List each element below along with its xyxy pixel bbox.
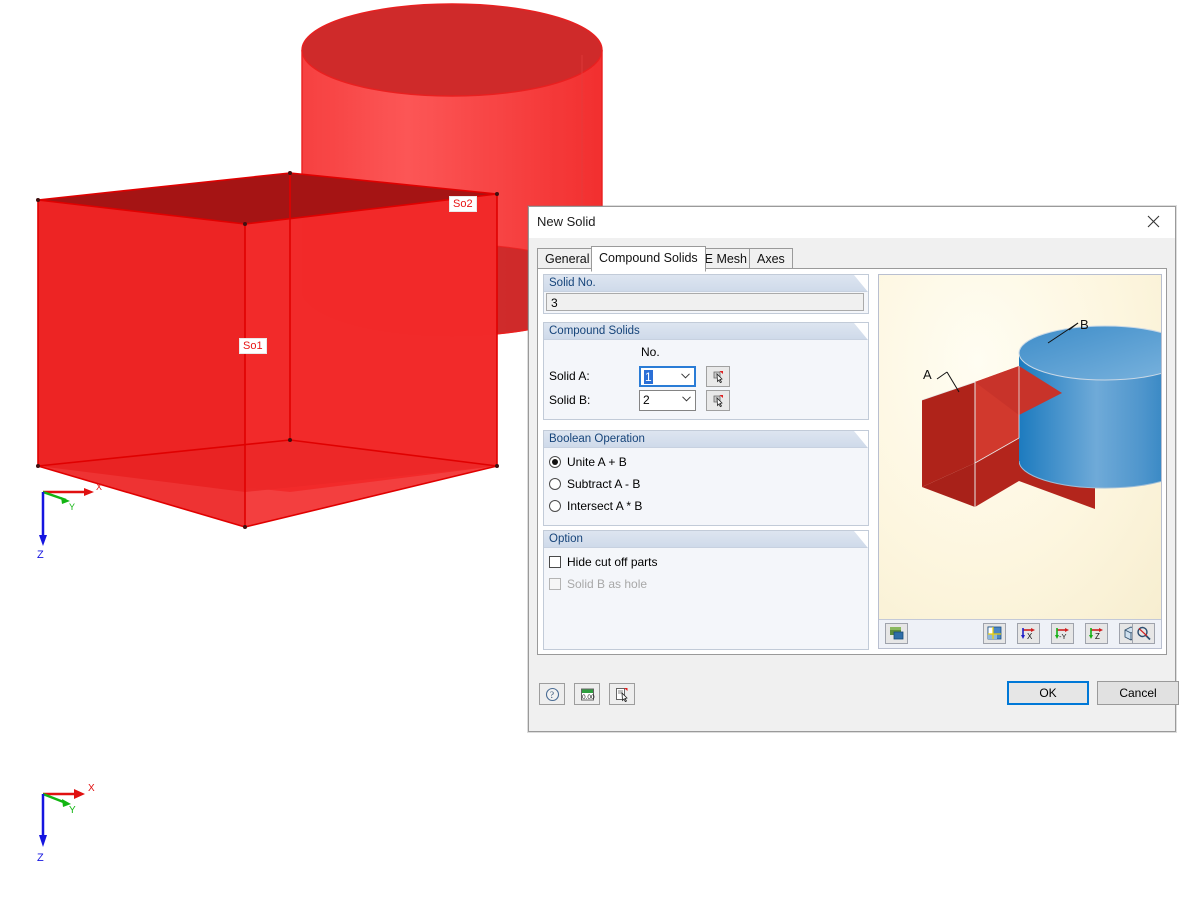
view-default-icon — [987, 626, 1001, 640]
group-option-title: Option — [544, 531, 868, 548]
svg-text:Z: Z — [37, 549, 44, 558]
solid-a-label: Solid A: — [549, 369, 590, 383]
solid-a-value: 1 — [644, 370, 653, 384]
solid-a-select[interactable]: 1 — [639, 366, 696, 387]
pick-solid-icon — [713, 394, 723, 407]
zoom-all-icon — [1136, 626, 1151, 641]
svg-text:Z: Z — [37, 852, 44, 864]
radio-intersect-indicator — [549, 500, 561, 512]
solid-a-pick-button[interactable] — [706, 366, 730, 387]
preview-scene: A B — [921, 317, 1161, 509]
svg-text:Y: Y — [69, 502, 75, 512]
svg-text:A: A — [923, 367, 932, 382]
chevron-down-icon — [681, 373, 690, 379]
radio-intersect-label: Intersect A * B — [567, 499, 643, 513]
zoom-all-button[interactable] — [1132, 623, 1155, 644]
solid-label-so2: So2 — [449, 196, 477, 212]
global-triad: X Y Z — [18, 778, 108, 868]
svg-text:Y: Y — [69, 805, 76, 816]
solid-box — [36, 171, 499, 529]
dialog-titlebar[interactable]: New Solid — [529, 207, 1175, 238]
checkbox-solid-b-as-hole-box — [549, 578, 561, 590]
units-button[interactable]: 0.00 — [574, 683, 600, 705]
help-icon: ? — [545, 687, 559, 701]
radio-subtract[interactable]: Subtract A - B — [549, 477, 640, 491]
view-in-y-icon: -Y — [1055, 628, 1069, 641]
tab-panel-compound-solids: Solid No. 3 Compound Solids No. Solid A:… — [537, 268, 1167, 655]
new-solid-dialog[interactable]: New Solid General Compound Solids FE Mes… — [528, 206, 1179, 732]
preview-toolbar[interactable]: X -Y Z — [879, 619, 1161, 648]
ok-button[interactable]: OK — [1007, 681, 1089, 705]
radio-unite[interactable]: Unite A + B — [549, 455, 627, 469]
view-in-x-button[interactable]: X — [1017, 623, 1040, 644]
comment-button[interactable] — [609, 683, 635, 705]
view-in-z-button[interactable]: Z — [1085, 623, 1108, 644]
svg-text:Z: Z — [1095, 632, 1100, 641]
radio-unite-label: Unite A + B — [567, 455, 627, 469]
dialog-footer: ? 0.00 OK Cancel — [529, 673, 1179, 731]
compound-solids-column-header: No. — [641, 345, 660, 359]
view-in-z-icon: Z — [1089, 628, 1103, 641]
model-origin-triad: X Y Z — [18, 478, 108, 568]
solid-b-select[interactable]: 2 — [639, 390, 696, 411]
radio-subtract-indicator — [549, 478, 561, 490]
checkbox-hide-cut-off-parts[interactable]: Hide cut off parts — [549, 555, 658, 569]
svg-text:0.00: 0.00 — [582, 694, 595, 701]
group-solid-no-title: Solid No. — [544, 275, 868, 292]
chevron-down-icon — [682, 396, 691, 402]
view-default-button[interactable] — [983, 623, 1006, 644]
solid-b-pick-button[interactable] — [706, 390, 730, 411]
comment-icon — [615, 687, 628, 702]
solid-no-field: 3 — [546, 293, 864, 311]
svg-text:B: B — [1080, 317, 1089, 332]
preview-pane[interactable]: A B X -Y Z — [878, 274, 1162, 649]
tab-compound-solids[interactable]: Compound Solids — [591, 246, 706, 272]
help-button[interactable]: ? — [539, 683, 565, 705]
group-boolean-operation-title: Boolean Operation — [544, 431, 868, 448]
radio-intersect[interactable]: Intersect A * B — [549, 499, 642, 513]
render-mode-button[interactable] — [885, 623, 908, 644]
group-compound-solids-title: Compound Solids — [544, 323, 868, 340]
svg-text:?: ? — [550, 690, 554, 700]
cancel-button[interactable]: Cancel — [1097, 681, 1179, 705]
preview-canvas[interactable]: A B — [879, 275, 1161, 620]
dialog-title: New Solid — [537, 214, 596, 229]
close-icon[interactable] — [1131, 207, 1175, 236]
tab-axes[interactable]: Axes — [749, 248, 793, 270]
tab-general[interactable]: General — [537, 248, 598, 270]
checkbox-solid-b-as-hole-label: Solid B as hole — [567, 577, 648, 591]
view-in-x-icon: X — [1021, 628, 1035, 641]
pick-solid-icon — [713, 370, 723, 383]
radio-unite-indicator — [549, 456, 561, 468]
render-mode-icon — [889, 627, 903, 640]
svg-text:X: X — [1027, 632, 1033, 641]
units-icon: 0.00 — [580, 688, 595, 701]
checkbox-hide-cut-off-parts-label: Hide cut off parts — [567, 555, 658, 569]
solid-b-label: Solid B: — [549, 393, 591, 407]
radio-subtract-label: Subtract A - B — [567, 477, 641, 491]
solid-b-value: 2 — [643, 393, 650, 407]
view-in-y-button[interactable]: -Y — [1051, 623, 1074, 644]
solid-label-so1: So1 — [239, 338, 267, 354]
preview-cylinder-solid — [1018, 325, 1161, 489]
dialog-tabs[interactable]: General Compound Solids FE Mesh Axes — [537, 246, 1175, 272]
svg-text:X: X — [88, 783, 95, 794]
checkbox-hide-cut-off-parts-box — [549, 556, 561, 568]
checkbox-solid-b-as-hole: Solid B as hole — [549, 577, 647, 591]
svg-text:-Y: -Y — [1059, 632, 1067, 641]
svg-text:X: X — [96, 482, 102, 492]
